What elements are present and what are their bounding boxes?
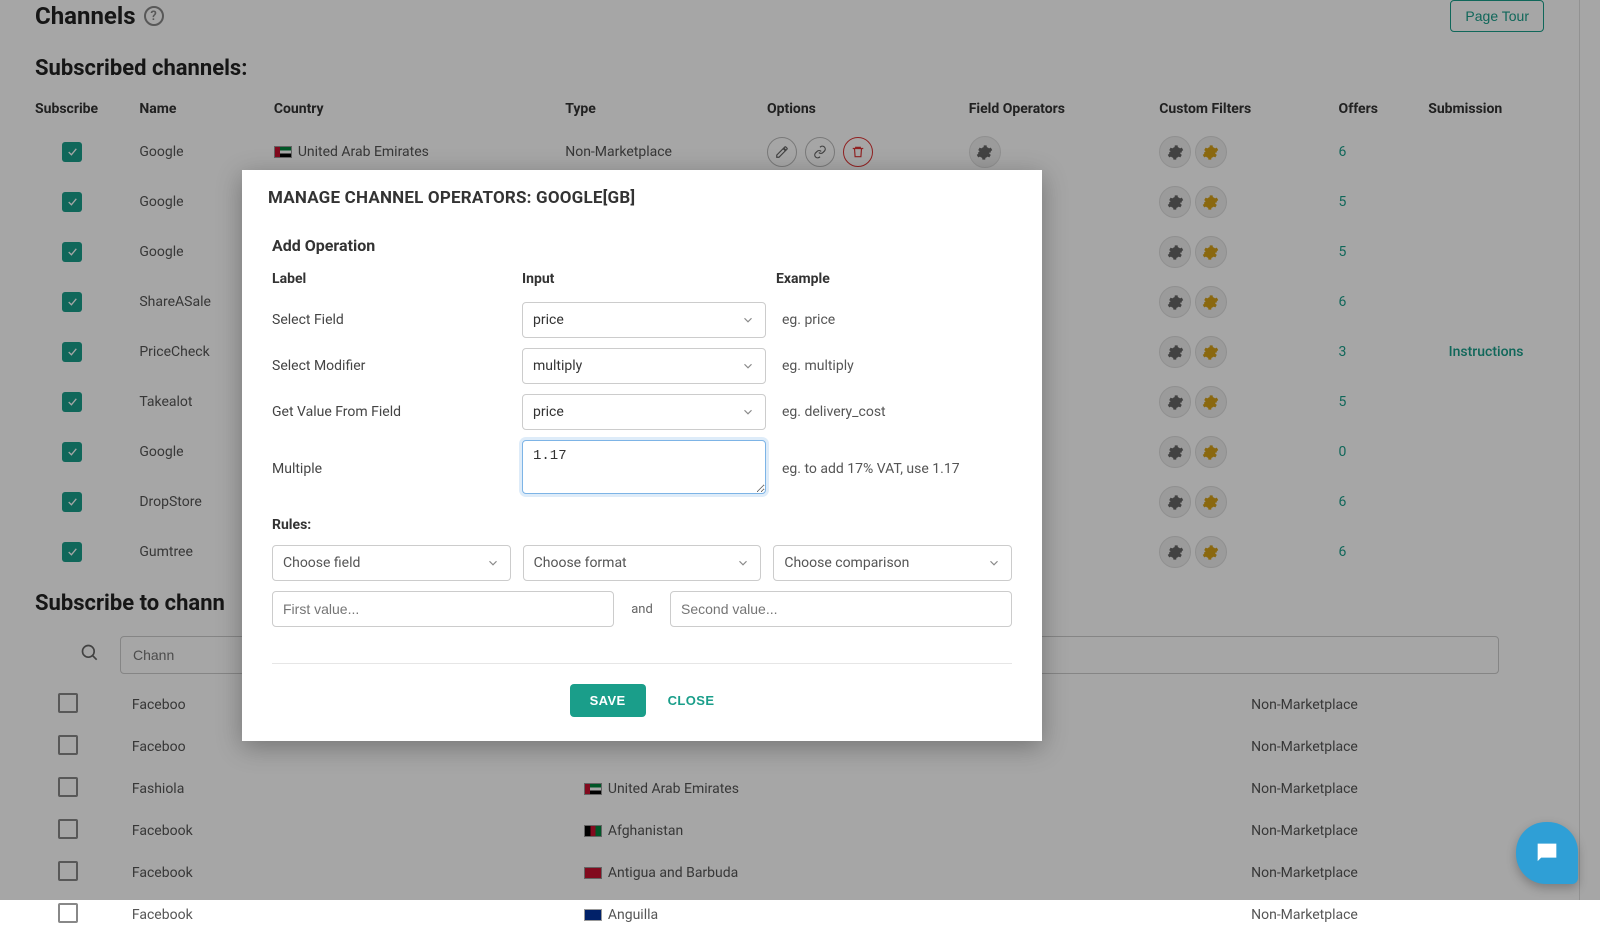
save-button[interactable]: SAVE	[570, 684, 646, 717]
choose-comparison-label: Choose comparison	[784, 555, 909, 571]
head-label: Label	[272, 267, 512, 297]
op-example: eg. price	[776, 304, 1012, 336]
op-example: eg. to add 17% VAT, use 1.17	[776, 453, 1012, 485]
modal-title: MANAGE CHANNEL OPERATORS: GOOGLE[GB]	[242, 170, 1042, 212]
and-label: and	[624, 602, 660, 617]
op-label: Select Modifier	[272, 350, 512, 382]
row-type: Non-Marketplace	[1236, 894, 1559, 936]
chevron-down-icon	[736, 556, 750, 570]
rules-title: Rules:	[272, 503, 1012, 541]
op-select-value: price	[533, 312, 564, 328]
head-input: Input	[522, 267, 766, 297]
choose-comparison-select[interactable]: Choose comparison	[773, 545, 1012, 581]
first-value-input[interactable]	[272, 591, 614, 627]
chevron-down-icon	[741, 405, 755, 419]
op-select-2[interactable]: price	[522, 394, 766, 430]
chevron-down-icon	[987, 556, 1001, 570]
chevron-down-icon	[486, 556, 500, 570]
checkbox-empty[interactable]	[58, 903, 78, 923]
op-select-1[interactable]: multiply	[522, 348, 766, 384]
choose-format-label: Choose format	[534, 555, 627, 571]
close-button[interactable]: CLOSE	[668, 693, 715, 708]
op-label: Select Field	[272, 304, 512, 336]
op-label: Multiple	[272, 453, 512, 485]
multiple-input[interactable]: 1.17	[522, 440, 766, 494]
head-example: Example	[776, 267, 1012, 297]
second-value-input[interactable]	[670, 591, 1012, 627]
chat-icon	[1533, 839, 1561, 867]
table-row: FacebookAnguillaNon-Marketplace	[20, 894, 1559, 936]
op-select-0[interactable]: price	[522, 302, 766, 338]
op-select-value: price	[533, 404, 564, 420]
row-country: Anguilla	[569, 894, 1236, 936]
chevron-down-icon	[741, 359, 755, 373]
op-label: Get Value From Field	[272, 396, 512, 428]
op-example: eg. multiply	[776, 350, 1012, 382]
choose-field-label: Choose field	[283, 555, 360, 571]
choose-format-select[interactable]: Choose format	[523, 545, 762, 581]
manage-operators-modal: MANAGE CHANNEL OPERATORS: GOOGLE[GB] Add…	[242, 170, 1042, 741]
chat-fab[interactable]	[1516, 822, 1578, 884]
flag-icon	[584, 909, 602, 921]
add-operation-title: Add Operation	[272, 220, 1012, 267]
chevron-down-icon	[741, 313, 755, 327]
row-name: Facebook	[117, 894, 569, 936]
choose-field-select[interactable]: Choose field	[272, 545, 511, 581]
op-example: eg. delivery_cost	[776, 396, 1012, 428]
op-select-value: multiply	[533, 358, 582, 374]
